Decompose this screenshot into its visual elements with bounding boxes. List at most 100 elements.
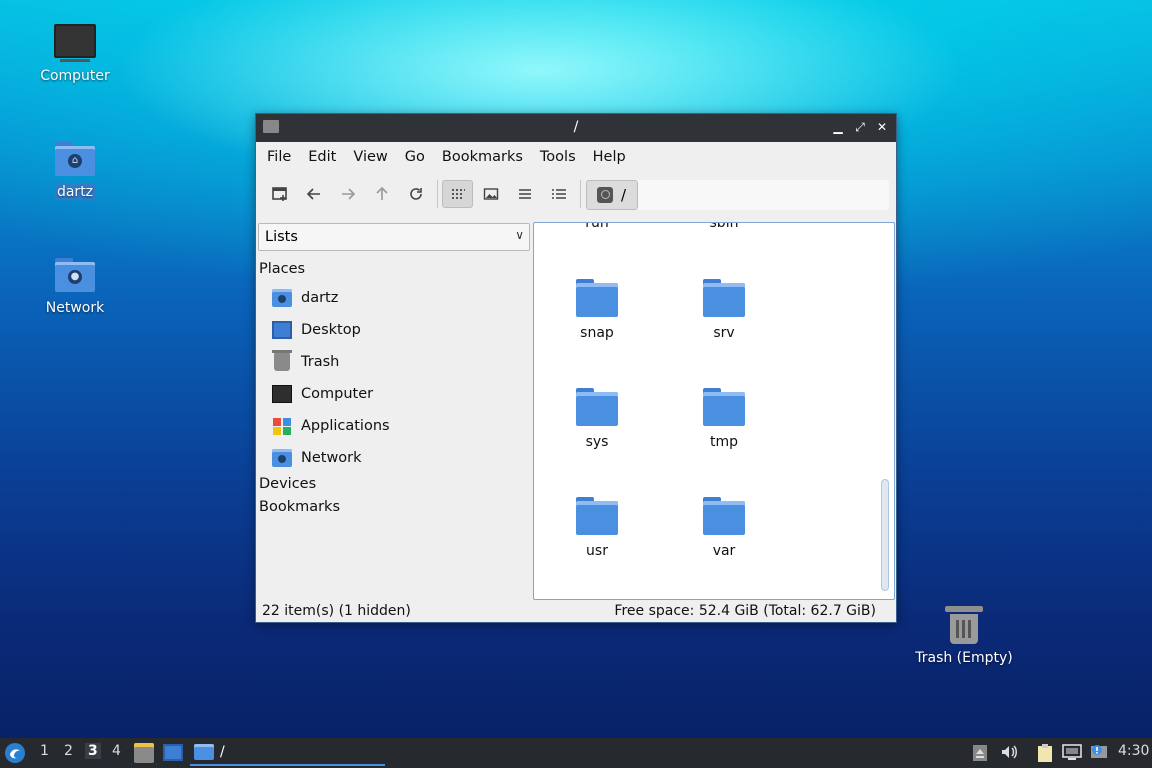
network-status-icon[interactable]: [1062, 743, 1082, 765]
desktop-icon-network[interactable]: ● Network: [20, 258, 130, 316]
path-bar[interactable]: /: [586, 180, 889, 210]
icon-view-button[interactable]: [442, 180, 473, 208]
desktop-icon-label: dartz: [54, 184, 96, 200]
desktop-icon-label: Computer: [40, 68, 110, 84]
network-folder-icon: [272, 449, 292, 467]
titlebar[interactable]: / ▁ ⤢ ✕: [256, 114, 896, 142]
file-item-tmp[interactable]: tmp: [669, 388, 779, 450]
desktop-icon-label: Network: [45, 300, 105, 316]
quicklaunch-show-desktop[interactable]: [163, 744, 183, 761]
sidebar-item-label: Trash: [301, 354, 340, 370]
menu-view[interactable]: View: [346, 149, 394, 165]
menu-bookmarks[interactable]: Bookmarks: [435, 149, 530, 165]
folder-icon: [703, 388, 745, 426]
new-window-icon: [272, 187, 287, 201]
computer-icon: [54, 24, 96, 62]
toolbar: /: [256, 172, 896, 216]
reload-button[interactable]: [401, 180, 431, 208]
drive-icon: [597, 187, 613, 203]
forward-button[interactable]: [333, 180, 363, 208]
folder-icon: [194, 744, 214, 760]
volume-icon[interactable]: [1000, 743, 1018, 765]
workspace-1[interactable]: 1: [40, 743, 49, 759]
task-button-label: /: [220, 744, 225, 760]
arrow-up-icon: [376, 186, 388, 200]
sidebar: Lists ∨ Places dartz Desktop Trash Compu…: [256, 216, 532, 598]
menu-tools[interactable]: Tools: [533, 149, 583, 165]
sidebar-item-network[interactable]: Network: [272, 445, 362, 471]
file-item-label: srv: [713, 325, 735, 341]
places-heading[interactable]: Places: [259, 261, 305, 277]
trash-icon: [272, 350, 292, 371]
compact-view-button[interactable]: [510, 180, 540, 208]
network-folder-icon: ●: [55, 258, 95, 292]
sidebar-item-computer[interactable]: Computer: [272, 381, 373, 407]
image-icon: [483, 188, 499, 200]
trash-icon: [945, 606, 983, 644]
file-item-label: usr: [586, 543, 608, 559]
file-item-var[interactable]: var: [669, 497, 779, 559]
sidebar-item-home[interactable]: dartz: [272, 285, 338, 311]
file-item-usr[interactable]: usr: [542, 497, 652, 559]
computer-icon: [272, 385, 292, 403]
vertical-scrollbar[interactable]: [881, 479, 889, 591]
desktop-icon-trash[interactable]: Trash (Empty): [909, 606, 1019, 666]
tray-eject-icon[interactable]: [972, 744, 988, 766]
file-item-snap[interactable]: snap: [542, 279, 652, 341]
sidebar-item-trash[interactable]: Trash: [272, 349, 339, 375]
file-item-label: run: [585, 222, 609, 231]
menu-file[interactable]: File: [260, 149, 298, 165]
quicklaunch-file-manager[interactable]: [134, 743, 154, 763]
sidebar-item-desktop[interactable]: Desktop: [272, 317, 361, 343]
home-folder-icon: ⌂: [55, 142, 95, 176]
desktop-icon-computer[interactable]: Computer: [20, 24, 130, 84]
close-button[interactable]: ✕: [874, 118, 890, 136]
bookmarks-heading[interactable]: Bookmarks: [259, 499, 340, 515]
new-window-button[interactable]: [265, 180, 295, 208]
arrow-left-icon: [306, 188, 320, 200]
minimize-button[interactable]: ▁: [830, 118, 846, 136]
status-free-space: Free space: 52.4 GiB (Total: 62.7 GiB): [614, 603, 876, 619]
taskbar: 1 2 3 4 / 4:30: [0, 738, 1152, 768]
file-item-srv[interactable]: srv: [669, 279, 779, 341]
clock[interactable]: 4:30: [1118, 743, 1149, 759]
task-button-file-manager[interactable]: /: [190, 740, 385, 766]
file-item-sys[interactable]: sys: [542, 388, 652, 450]
toolbar-separator: [580, 180, 581, 208]
sidebar-item-applications[interactable]: Applications: [272, 413, 390, 439]
file-item-label: snap: [580, 325, 614, 341]
path-root-button[interactable]: /: [586, 180, 638, 210]
up-button[interactable]: [367, 180, 397, 208]
menu-go[interactable]: Go: [398, 149, 432, 165]
menu-help[interactable]: Help: [586, 149, 633, 165]
thumbnail-view-button[interactable]: [476, 180, 506, 208]
arrow-right-icon: [342, 188, 356, 200]
status-item-count: 22 item(s) (1 hidden): [262, 603, 411, 619]
desktop-icon: [272, 321, 292, 339]
back-button[interactable]: [299, 180, 329, 208]
folder-icon: [703, 279, 745, 317]
maximize-button[interactable]: ⤢: [852, 118, 868, 136]
sidebar-item-label: Network: [301, 450, 362, 466]
file-item-label: sys: [585, 434, 609, 450]
sidebar-mode-select[interactable]: Lists ∨: [258, 223, 530, 251]
file-item-sbin[interactable]: sbin: [669, 222, 779, 231]
sidebar-item-label: Computer: [301, 386, 374, 402]
menu-edit[interactable]: Edit: [301, 149, 343, 165]
workspace-4[interactable]: 4: [112, 743, 121, 759]
file-item-label: sbin: [709, 222, 739, 231]
sidebar-item-label: Desktop: [301, 322, 361, 338]
lxqt-start-icon: [5, 743, 25, 763]
start-menu-button[interactable]: [4, 742, 26, 764]
file-view[interactable]: run sbin snap srv sys tmp usr var: [533, 222, 895, 600]
desktop-icon-home[interactable]: ⌂ dartz: [20, 142, 130, 200]
workspace-2[interactable]: 2: [64, 743, 73, 759]
clipboard-icon[interactable]: [1036, 743, 1054, 767]
detailed-view-button[interactable]: [544, 180, 574, 208]
notification-icon[interactable]: [1090, 743, 1108, 765]
workspace-3[interactable]: 3: [85, 743, 101, 759]
file-item-run[interactable]: run: [542, 222, 652, 231]
reload-icon: [410, 188, 422, 200]
grid-icon: [451, 189, 465, 199]
devices-heading[interactable]: Devices: [259, 476, 316, 492]
